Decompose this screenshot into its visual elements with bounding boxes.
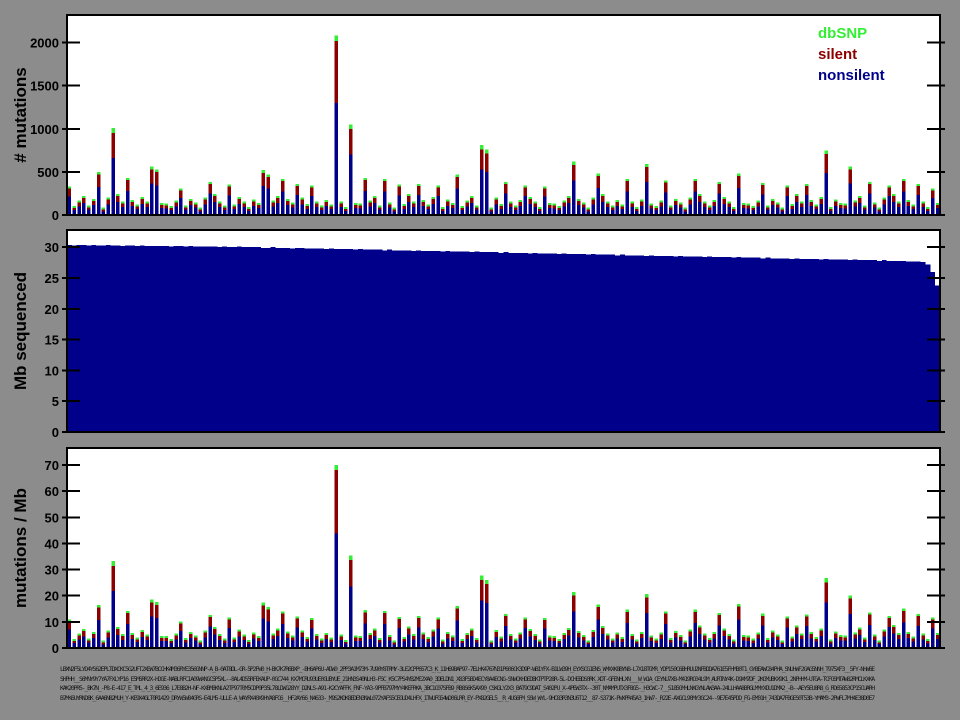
y-tick-label: 10	[45, 615, 59, 630]
y-tick-label: 1000	[30, 122, 59, 137]
y-tick-label: 50	[45, 510, 59, 525]
panel-mutations: 0 500 1000 1500 2000	[30, 14, 945, 223]
panel-rate: 0 10 20 30 40 50 60 70	[45, 447, 945, 656]
y-axis-label-mutations: # mutations	[11, 67, 30, 163]
y-tick-label: 0	[52, 641, 59, 656]
y-tick-label: 20	[45, 302, 59, 317]
x-tick-labels-row: SHPHH__S6MNY9Y7YA7FXLYP16_E5MSRR2X-HDGE-…	[60, 676, 875, 683]
y-tick-label: 10	[45, 363, 59, 378]
y-tick-label: 500	[37, 165, 59, 180]
y-tick-label: 40	[45, 536, 59, 551]
plot-background	[67, 448, 940, 648]
legend-item-silent: silent	[818, 46, 858, 63]
y-tick-label: 20	[45, 589, 59, 604]
y-tick-label: 60	[45, 484, 59, 499]
y-axis-label-mutations-per-mb: mutations / Mb	[11, 488, 30, 608]
mutation-rate-figure: 0 500 1000 1500 2000 0 5 10 15 20 25 30 0 10 20 30 40 50 6…	[0, 0, 960, 720]
x-tick-labels-row: KAK20PR5-_BK7N_-P8-E-417_E_TML_4_3_6E936…	[60, 685, 875, 692]
y-axis-label-mb-sequenced: Mb sequenced	[11, 271, 30, 391]
y-tick-label: 30	[45, 563, 59, 578]
legend: dbSNP silent nonsilent	[818, 23, 885, 86]
plots-canvas: 0 500 1000 1500 2000 0 5 10 15 20 25 30 0 10 20 30 40 50 6…	[30, 14, 945, 656]
y-tick-label: 0	[52, 208, 59, 223]
y-tick-label: 2000	[30, 36, 59, 51]
x-tick-labels-row: B7MK6UYRND8K_6AA6N82MUH_Y-KE9X4GLT0R1429…	[60, 695, 875, 702]
y-tick-label: 0	[52, 425, 59, 440]
legend-item-nonsilent: nonsilent	[818, 67, 885, 84]
y-tick-label: 15	[45, 333, 59, 348]
y-tick-label: 1500	[30, 79, 59, 94]
panel-mb: 0 5 10 15 20 25 30	[45, 229, 945, 440]
x-tick-labels-strip: LBXN2F5LYD4YS62EPLTDXCKC5G2UFT2XEW7BCCHK…	[60, 663, 948, 707]
y-tick-label: 70	[45, 458, 59, 473]
legend-item-dbsnp: dbSNP	[818, 25, 868, 42]
x-tick-labels-row: LBXN2F5LYD4YS62EPLTDXCKC5G2UFT2XEW7BCCHK…	[60, 666, 875, 673]
plot-background	[67, 15, 940, 215]
y-tick-label: 30	[45, 240, 59, 255]
y-tick-label: 5	[52, 394, 59, 409]
y-tick-label: 25	[45, 271, 59, 286]
